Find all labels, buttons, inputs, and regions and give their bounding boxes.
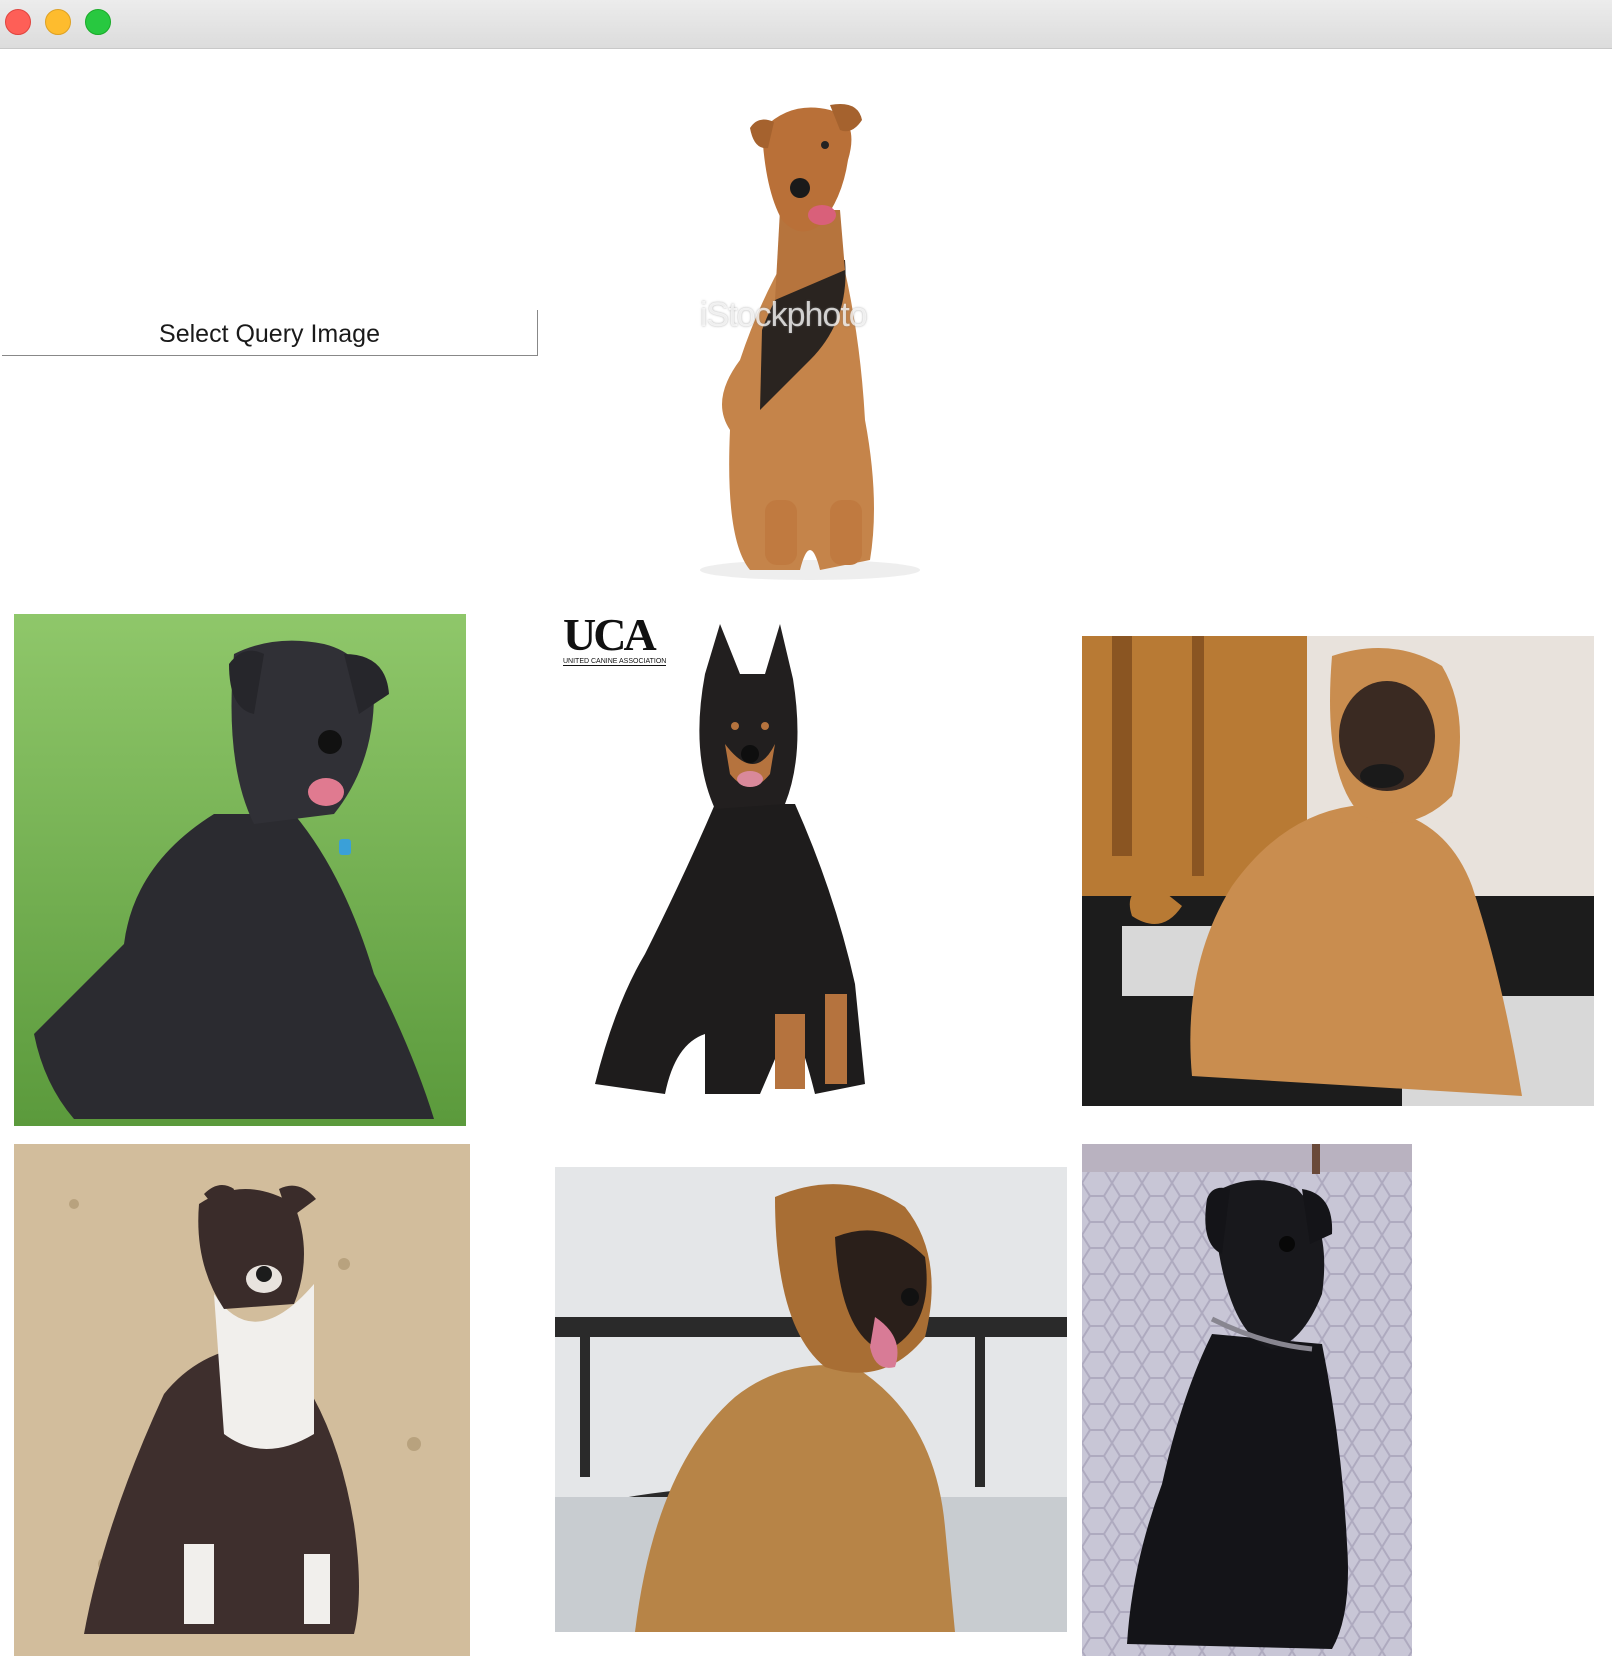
black-terrier-icon xyxy=(1082,1144,1412,1656)
leonberger-icon xyxy=(555,1167,1067,1632)
watermark-text: iStockphoto xyxy=(700,296,868,334)
uca-logo: UCA xyxy=(563,614,657,660)
result-image-5 xyxy=(555,1167,1067,1632)
close-window-button[interactable] xyxy=(5,9,31,35)
pit-bull-terrier-icon xyxy=(14,1144,470,1656)
zoom-window-button[interactable] xyxy=(85,9,111,35)
result-image-1 xyxy=(14,614,466,1126)
result-image-4 xyxy=(14,1144,470,1656)
minimize-window-button[interactable] xyxy=(45,9,71,35)
result-image-6 xyxy=(1082,1144,1412,1656)
query-image: iStockphoto xyxy=(670,100,940,582)
uca-logo-caption: UNITED CANINE ASSOCIATION xyxy=(563,658,667,666)
black-tan-shepherd-icon xyxy=(555,614,915,1114)
result-image-2: UCA UNITED CANINE ASSOCIATION xyxy=(555,614,915,1114)
black-curly-dog-on-grass-icon xyxy=(14,614,466,1126)
select-query-image-button[interactable]: Select Query Image xyxy=(2,310,538,356)
airedale-terrier-icon xyxy=(670,100,940,582)
shar-pei-icon xyxy=(1082,636,1594,1106)
result-image-3 xyxy=(1082,636,1594,1106)
window-titlebar xyxy=(0,0,1612,49)
